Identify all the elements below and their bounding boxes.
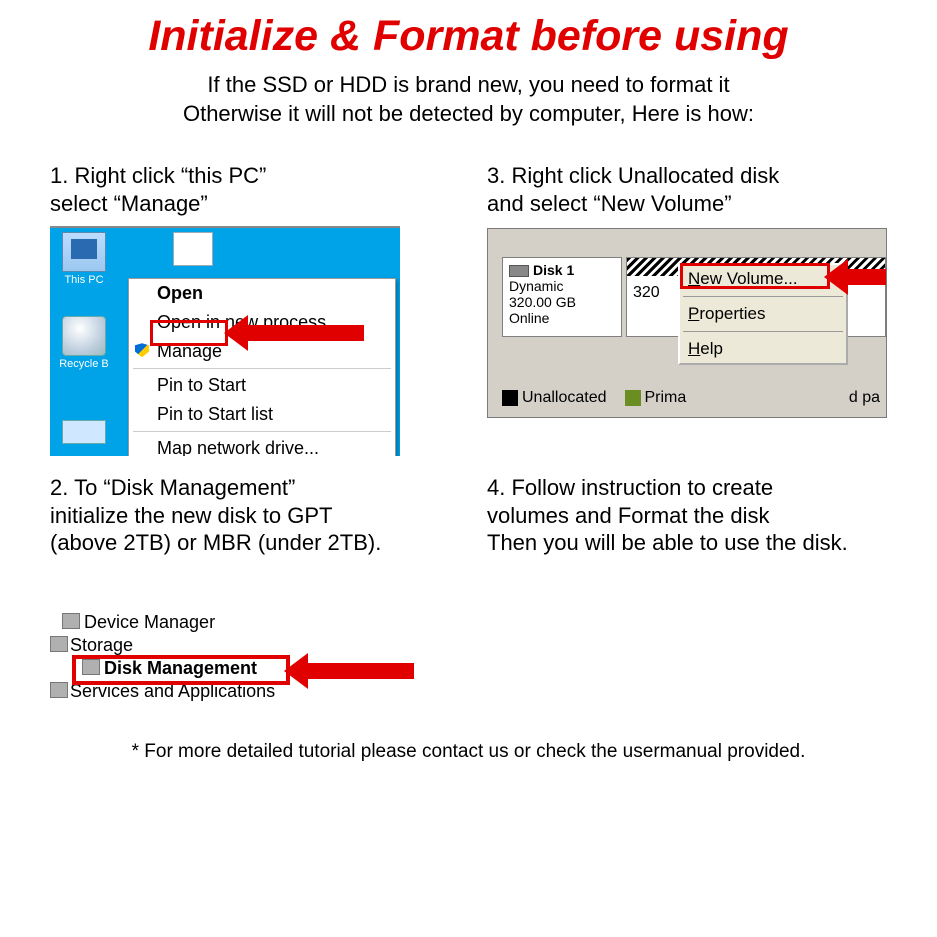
volume-size: 320 bbox=[633, 284, 660, 302]
menu-item-manage[interactable]: Manage bbox=[129, 337, 395, 366]
shield-icon bbox=[135, 343, 149, 357]
menu-item-map-drive[interactable]: Map network drive... bbox=[129, 434, 395, 456]
steps-grid: 1. Right click “this PC” select “Manage”… bbox=[50, 162, 887, 731]
tree-item-device-manager[interactable]: Device Manager bbox=[50, 611, 370, 634]
legend: Unallocated Prima bbox=[502, 389, 686, 407]
step4-block: 4. Follow instruction to create volumes … bbox=[487, 474, 887, 565]
step3-line2: and select “New Volume” bbox=[487, 191, 732, 216]
legend-swatch-primary bbox=[625, 390, 641, 406]
device-manager-icon bbox=[62, 613, 80, 629]
folder-icon bbox=[173, 232, 213, 266]
step4-line1: 4. Follow instruction to create bbox=[487, 475, 773, 500]
step4-line3: Then you will be able to use the disk. bbox=[487, 530, 848, 555]
subtitle-line2: Otherwise it will not be detected by com… bbox=[183, 101, 754, 126]
recycle-bin-icon bbox=[62, 316, 106, 356]
icon-label-this-pc: This PC bbox=[64, 274, 103, 286]
step1-block: 1. Right click “this PC” select “Manage”… bbox=[50, 162, 447, 456]
legend-swatch-unallocated bbox=[502, 390, 518, 406]
legend-unallocated: Unallocated bbox=[522, 389, 607, 406]
step3-block: 3. Right click Unallocated disk and sele… bbox=[487, 162, 887, 456]
icon-label-recycle: Recycle B bbox=[59, 358, 109, 370]
step2-line2: initialize the new disk to GPT bbox=[50, 503, 332, 528]
screenshot-computer-management-tree: Device Manager Storage Disk Management S… bbox=[50, 611, 370, 731]
menu-item-pin-start[interactable]: Pin to Start bbox=[129, 371, 395, 400]
context-menu: Open Open in new process Manage Pin to S… bbox=[128, 278, 396, 456]
menu-item-open[interactable]: Open bbox=[129, 279, 395, 308]
app-icon bbox=[62, 420, 106, 444]
desktop-icon-recycle-bin[interactable]: Recycle B bbox=[56, 316, 112, 370]
disk-info-panel: Disk 1 Dynamic 320.00 GB Online bbox=[502, 257, 622, 337]
services-icon bbox=[50, 682, 68, 698]
disk-status: Online bbox=[509, 310, 615, 326]
menu-item-manage-label: Manage bbox=[157, 341, 222, 361]
step2-line3: (above 2TB) or MBR (under 2TB). bbox=[50, 530, 381, 555]
step2-line1: 2. To “Disk Management” bbox=[50, 475, 295, 500]
menu-item-new-volume[interactable]: New Volume... bbox=[680, 265, 846, 293]
step2-text: 2. To “Disk Management” initialize the n… bbox=[50, 474, 447, 557]
subtitle-line1: If the SSD or HDD is brand new, you need… bbox=[207, 72, 729, 97]
menu-separator bbox=[133, 431, 391, 432]
menu-separator bbox=[683, 331, 843, 332]
step3-line1: 3. Right click Unallocated disk bbox=[487, 163, 779, 188]
desktop-icon-this-pc[interactable]: This PC bbox=[56, 232, 112, 286]
tree-item-storage[interactable]: Storage bbox=[50, 634, 370, 657]
screenshot-context-menu: This PC Recycle B Open Open in new proce… bbox=[50, 226, 400, 456]
subtitle: If the SSD or HDD is brand new, you need… bbox=[50, 71, 887, 128]
empty-cell bbox=[487, 583, 887, 731]
step1-line1: 1. Right click “this PC” bbox=[50, 163, 266, 188]
monitor-icon bbox=[62, 232, 106, 272]
instruction-document: Initialize & Format before using If the … bbox=[0, 0, 937, 763]
menu-item-pin-start-list[interactable]: Pin to Start list bbox=[129, 400, 395, 429]
disk-type: Dynamic bbox=[509, 278, 615, 294]
page-title: Initialize & Format before using bbox=[50, 12, 887, 61]
legend-primary: Prima bbox=[645, 389, 687, 406]
step1-line2: select “Manage” bbox=[50, 191, 208, 216]
footer-note: * For more detailed tutorial please cont… bbox=[50, 741, 887, 763]
disk-label: Disk 1 bbox=[533, 262, 574, 278]
desktop-icon-folder[interactable] bbox=[168, 232, 218, 268]
step2-screenshot-block: Device Manager Storage Disk Management S… bbox=[50, 603, 447, 731]
disk-size: 320.00 GB bbox=[509, 294, 615, 310]
legend-right-fragment: d pa bbox=[849, 389, 880, 407]
storage-icon bbox=[50, 636, 68, 652]
desktop-icon-generic[interactable] bbox=[56, 420, 112, 446]
screenshot-disk-management: Disk 1 Dynamic 320.00 GB Online 320 Unal… bbox=[487, 228, 887, 418]
step3-text: 3. Right click Unallocated disk and sele… bbox=[487, 162, 887, 218]
disk-management-icon bbox=[82, 659, 100, 675]
disk-icon bbox=[509, 265, 529, 277]
tree-label-services: Services and Applications bbox=[70, 681, 275, 701]
step2-block: 2. To “Disk Management” initialize the n… bbox=[50, 474, 447, 565]
context-menu-volume: New Volume... Properties Help bbox=[678, 263, 848, 365]
tree-label-device-manager: Device Manager bbox=[84, 612, 215, 632]
step1-text: 1. Right click “this PC” select “Manage” bbox=[50, 162, 447, 218]
step4-text: 4. Follow instruction to create volumes … bbox=[487, 474, 887, 557]
step4-line2: volumes and Format the disk bbox=[487, 503, 769, 528]
menu-item-help[interactable]: Help bbox=[680, 335, 846, 363]
tree-label-storage: Storage bbox=[70, 635, 133, 655]
menu-separator bbox=[683, 296, 843, 297]
menu-separator bbox=[133, 368, 391, 369]
menu-item-properties[interactable]: Properties bbox=[680, 300, 846, 328]
tree-item-services[interactable]: Services and Applications bbox=[50, 680, 370, 703]
tree-label-disk-management: Disk Management bbox=[104, 658, 257, 678]
